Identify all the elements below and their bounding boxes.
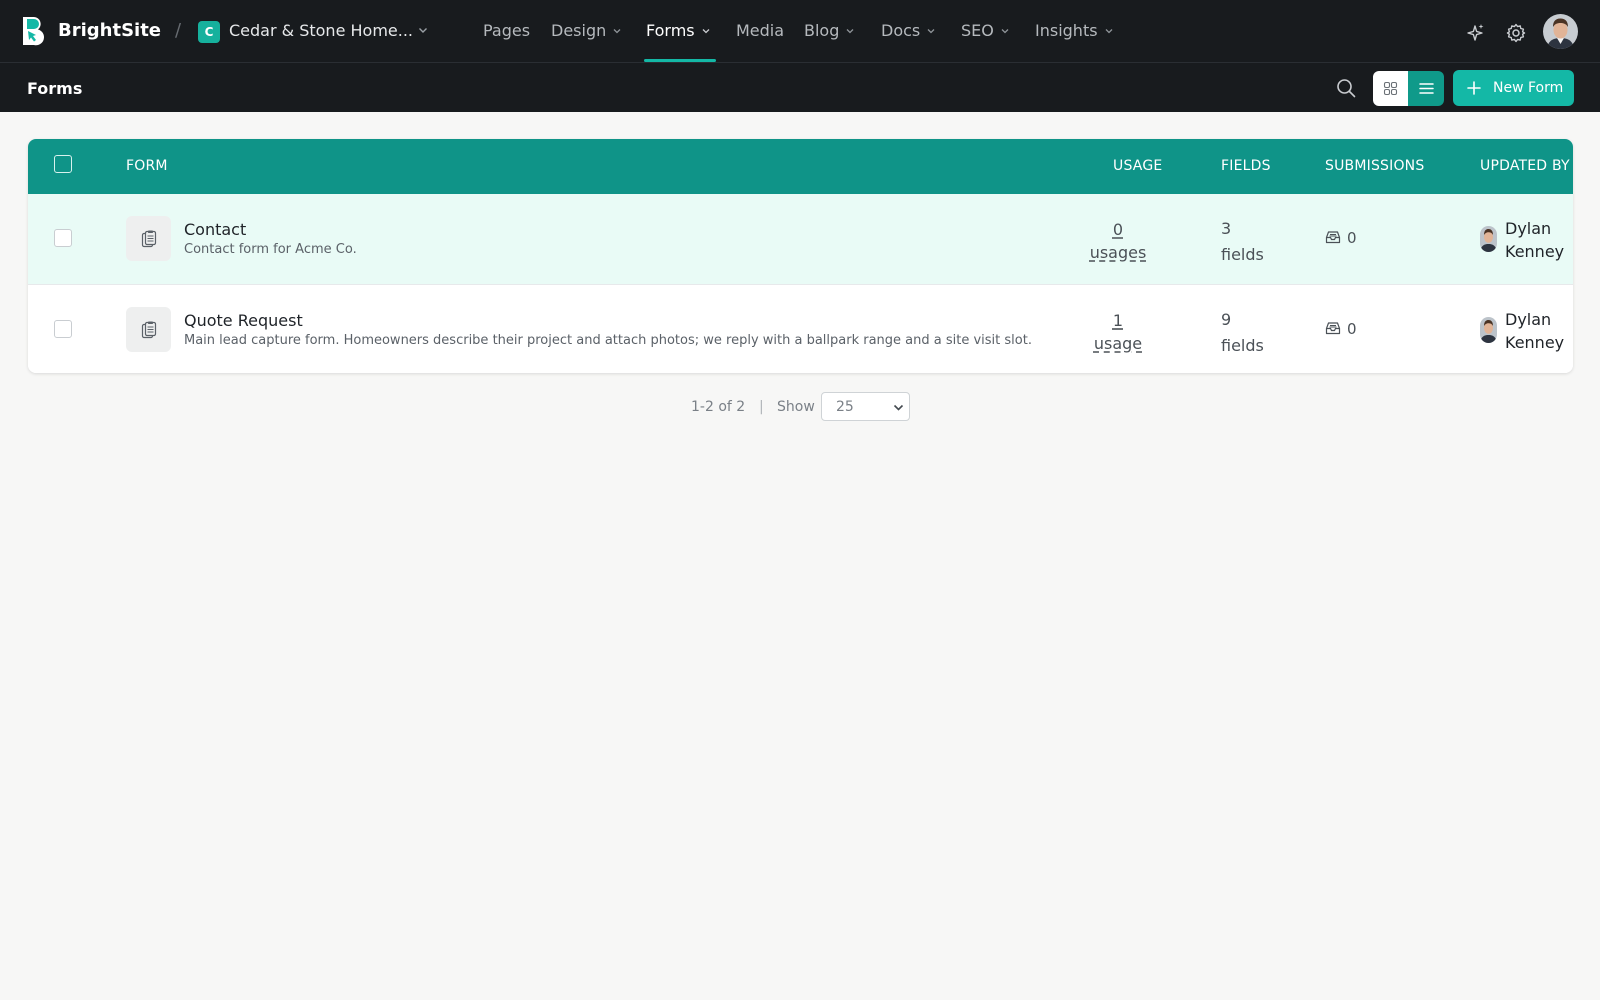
nav-media[interactable]: Media <box>736 21 784 41</box>
list-icon <box>1418 83 1434 94</box>
grid-view-button[interactable] <box>1373 71 1408 106</box>
clipboard-icon <box>126 216 171 261</box>
fields-count: 9 fields <box>1221 310 1264 355</box>
form-description: Contact form for Acme Co. <box>184 242 357 257</box>
column-header-submissions[interactable]: SUBMISSIONS <box>1325 158 1424 174</box>
usage-link[interactable]: 1 usage <box>1083 309 1153 355</box>
usage-link[interactable]: 0 usages <box>1083 218 1153 264</box>
pagination-range: 1-2 of 2 <box>691 399 746 415</box>
nav-pages[interactable]: Pages <box>483 21 530 41</box>
active-tab-indicator <box>644 59 716 62</box>
new-form-button[interactable]: New Form <box>1453 70 1574 106</box>
site-badge[interactable]: C <box>198 21 220 43</box>
chevron-down-icon <box>1001 28 1009 33</box>
chevron-down-icon <box>702 28 710 33</box>
inbox-icon <box>1325 231 1341 244</box>
gear-icon[interactable] <box>1505 22 1527 44</box>
search-icon[interactable] <box>1334 76 1358 100</box>
nav-docs[interactable]: Docs <box>881 21 936 41</box>
table-header: FORM USAGE FIELDS SUBMISSIONS UPDATED BY <box>28 139 1573 194</box>
updated-by-avatar <box>1480 226 1497 252</box>
view-mode-toggle <box>1373 71 1444 106</box>
forms-table: FORM USAGE FIELDS SUBMISSIONS UPDATED BY… <box>28 139 1573 373</box>
sparkles-icon[interactable] <box>1464 22 1486 44</box>
row-checkbox[interactable] <box>54 229 72 247</box>
updated-by-avatar <box>1480 317 1497 343</box>
plus-icon <box>1467 81 1481 95</box>
grid-icon <box>1383 81 1398 96</box>
table-row[interactable]: Contact Contact form for Acme Co. 0 usage… <box>28 194 1573 284</box>
column-header-updated-by[interactable]: UPDATED BY <box>1480 158 1570 174</box>
top-navigation-bar: BrightSite / C Cedar & Stone Home... Pag… <box>0 0 1600 63</box>
page-header-bar: Forms New Form <box>0 63 1600 112</box>
inbox-icon <box>1325 322 1341 335</box>
chevron-down-icon <box>846 28 854 33</box>
chevron-down-icon <box>893 404 904 411</box>
clipboard-icon <box>126 307 171 352</box>
chevron-down-icon <box>613 28 621 33</box>
fields-count: 3 fields <box>1221 219 1264 264</box>
brand-name: BrightSite <box>58 20 162 41</box>
user-avatar[interactable] <box>1543 14 1578 49</box>
breadcrumb-separator: / <box>175 20 182 41</box>
nav-seo[interactable]: SEO <box>961 21 1010 41</box>
column-header-form[interactable]: FORM <box>126 158 168 174</box>
page-size-select[interactable]: 25 <box>821 392 910 421</box>
row-checkbox[interactable] <box>54 320 72 338</box>
page-title: Forms <box>27 79 83 98</box>
submissions-count: 0 <box>1325 320 1357 338</box>
table-row[interactable]: Quote Request Main lead capture form. Ho… <box>28 284 1573 373</box>
column-header-usage[interactable]: USAGE <box>1113 158 1162 174</box>
new-form-label: New Form <box>1493 80 1564 96</box>
nav-forms[interactable]: Forms <box>646 21 711 41</box>
updated-by-name: Dylan Kenney <box>1505 219 1565 261</box>
list-view-button[interactable] <box>1408 71 1444 106</box>
column-header-fields[interactable]: FIELDS <box>1221 158 1271 174</box>
brightsite-logo-icon[interactable] <box>21 15 47 48</box>
form-name[interactable]: Contact <box>184 220 246 239</box>
chevron-down-icon[interactable] <box>417 24 429 36</box>
nav-blog[interactable]: Blog <box>804 21 855 41</box>
chevron-down-icon <box>927 28 935 33</box>
pagination-separator: | <box>759 399 764 415</box>
form-name[interactable]: Quote Request <box>184 311 303 330</box>
chevron-down-icon <box>1105 28 1113 33</box>
page-size-label: Show <box>777 399 815 415</box>
updated-by-name: Dylan Kenney <box>1505 310 1565 352</box>
nav-insights[interactable]: Insights <box>1035 21 1114 41</box>
site-switcher[interactable]: Cedar & Stone Home... <box>229 21 413 40</box>
form-description: Main lead capture form. Homeowners descr… <box>184 333 1032 348</box>
nav-design[interactable]: Design <box>551 21 622 41</box>
submissions-count: 0 <box>1325 229 1357 247</box>
select-all-checkbox[interactable] <box>54 155 72 173</box>
